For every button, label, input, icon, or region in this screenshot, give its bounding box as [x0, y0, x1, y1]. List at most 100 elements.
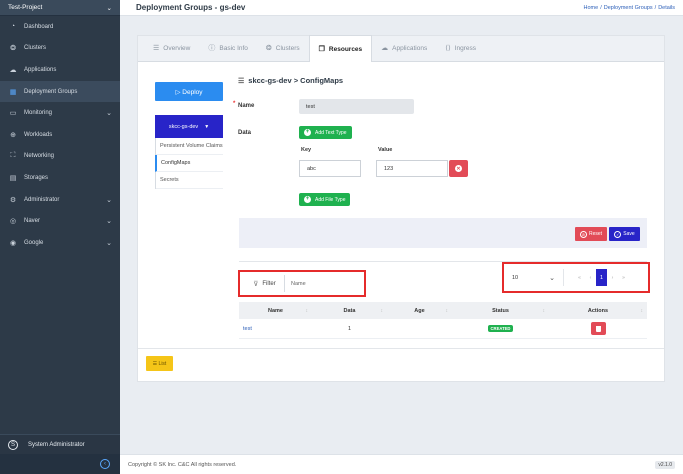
column-actions[interactable]: Actions ↕	[549, 302, 647, 319]
data-label: Data	[238, 130, 252, 136]
list-button[interactable]: ☰ List	[146, 356, 173, 371]
prev-page-button[interactable]: ‹	[585, 269, 596, 286]
configmap-form: ☰ skcc-gs-dev > ConfigMaps * Name test Da…	[233, 76, 648, 206]
project-selector[interactable]: Test-Project ⌄	[0, 0, 120, 16]
deploy-button[interactable]: ▷ Deploy	[155, 82, 223, 101]
sidebar-item-workloads[interactable]: ⊕ Workloads	[0, 124, 120, 146]
reset-button[interactable]: ⊘ Reset	[575, 227, 607, 241]
storage-icon: ▤	[9, 174, 17, 182]
page-button-1[interactable]: 1	[596, 269, 607, 286]
sidebar-item-label: Applications	[24, 66, 57, 73]
sidebar-item-label: Deployment Groups	[24, 88, 78, 95]
sidebar-item-storages[interactable]: ▤ Storages	[0, 167, 120, 189]
sidebar-item-administrator[interactable]: ⚙ Administrator ⌄	[0, 189, 120, 211]
table-row: test 1 CREATED	[239, 319, 647, 339]
user-avatar-icon: S	[8, 439, 18, 450]
tab-label: Resources	[328, 45, 363, 53]
filter-button[interactable]: ⊽ Filter	[245, 275, 285, 292]
project-name: Test-Project	[8, 4, 43, 11]
code-icon: ⟨⟩	[445, 45, 451, 52]
tab-basic-info[interactable]: ⓘ Basic Info	[199, 35, 257, 61]
table-header: Name ↕ Data ↕ Age ↕ Status ↕ Actions ↕	[239, 302, 647, 319]
add-text-type-button[interactable]: + Add Text Type	[299, 126, 352, 139]
sidebar-item-deployment-groups[interactable]: ▦ Deployment Groups	[0, 80, 120, 103]
column-name[interactable]: Name ↕	[239, 302, 312, 319]
breadcrumb-details: Details	[658, 4, 675, 11]
tab-label: Overview	[163, 44, 191, 52]
chevron-down-icon: ⌄	[106, 218, 112, 226]
tab-applications[interactable]: ☁ Applications	[372, 35, 436, 61]
sort-icon: ↕	[445, 307, 449, 314]
sidebar-item-applications[interactable]: ☁ Applications	[0, 59, 120, 81]
chevron-down-icon: ⌄	[106, 196, 112, 204]
filter-bar: ⊽ Filter Name	[238, 270, 366, 297]
sidebar-item-networking[interactable]: ⛶ Networking	[0, 146, 120, 168]
save-button[interactable]: ✓ Save	[609, 227, 640, 241]
sidebar-item-dashboard[interactable]: ◔ Dashboard	[0, 16, 120, 38]
tab-resources[interactable]: ❐ Resources	[308, 35, 373, 62]
next-page-button[interactable]: ›	[607, 269, 618, 286]
row-status: CREATED	[452, 319, 549, 339]
value-input[interactable]: 123	[376, 160, 448, 177]
user-profile[interactable]: S System Administrator	[0, 434, 120, 454]
breadcrumb-home[interactable]: Home	[584, 5, 599, 11]
reset-icon: ⊘	[579, 230, 587, 238]
column-data[interactable]: Data ↕	[312, 302, 387, 319]
resource-item-secrets[interactable]: Secrets	[156, 172, 223, 189]
per-page-select[interactable]: 10 ⌄	[512, 269, 557, 286]
chevron-down-icon: ⌄	[106, 4, 112, 12]
page-title: Deployment Groups - gs-dev	[136, 3, 246, 12]
pager-divider	[563, 269, 564, 286]
tab-clusters[interactable]: ❂ Clusters	[257, 35, 309, 61]
chevron-down-icon: ⌄	[106, 239, 112, 247]
filter-input[interactable]: Name	[291, 281, 306, 287]
dashboard-icon: ◔	[10, 23, 16, 31]
column-status[interactable]: Status ↕	[452, 302, 549, 319]
sidebar-item-label: Dashboard	[24, 23, 54, 30]
topbar: Deployment Groups - gs-dev Home / Deployme…	[120, 0, 683, 16]
add-file-type-button[interactable]: + Add File Type	[299, 193, 351, 206]
breadcrumb-deployment-groups[interactable]: Deployment Groups	[604, 5, 653, 11]
gear-icon: ⚙	[9, 196, 17, 204]
check-icon: ✓	[614, 230, 622, 238]
copyright-text: Copyright © SK Inc. C&C All rights reser…	[128, 461, 237, 468]
status-badge: CREATED	[487, 325, 514, 332]
sidebar-item-label: Workloads	[24, 131, 53, 138]
version-badge: v2.1.0	[655, 460, 675, 469]
collapse-sidebar-icon[interactable]: ‹	[100, 459, 110, 469]
value-label: Value	[378, 147, 393, 153]
sidebar-item-label: Google	[24, 239, 44, 246]
row-age	[387, 319, 452, 339]
namespace-dropdown[interactable]: skcc-gs-dev ▼	[155, 115, 223, 138]
sidebar-item-label: Networking	[24, 153, 55, 160]
sort-icon: ↕	[542, 307, 546, 314]
breadcrumb-separator: /	[600, 4, 602, 11]
resource-item-configmaps[interactable]: ConfigMaps	[155, 155, 223, 172]
tab-label: Applications	[392, 44, 428, 52]
page-footer: Copyright © SK Inc. C&C All rights reser…	[120, 454, 683, 474]
last-page-button[interactable]: »	[618, 269, 629, 286]
trash-icon	[595, 325, 601, 332]
form-action-bar: ⊘ Reset ✓ Save	[239, 218, 647, 248]
sidebar-item-google[interactable]: ◉ Google ⌄	[0, 232, 120, 254]
sidebar-item-monitoring[interactable]: ▭ Monitoring ⌄	[0, 102, 120, 124]
sidebar-item-clusters[interactable]: ❂ Clusters	[0, 38, 120, 60]
name-input[interactable]: test	[299, 99, 414, 114]
resource-item-pvc[interactable]: Persistent Volume Claims	[156, 138, 223, 155]
first-page-button[interactable]: «	[574, 269, 585, 286]
tab-ingress[interactable]: ⟨⟩ Ingress	[436, 35, 485, 61]
delete-button[interactable]	[590, 322, 606, 335]
sort-icon: ↕	[380, 307, 384, 314]
breadcrumb-separator: /	[654, 4, 657, 11]
delete-row-button[interactable]: ✕	[449, 160, 468, 177]
tab-overview[interactable]: ☰ Overview	[144, 35, 199, 61]
chevron-down-icon: ⌄	[549, 274, 555, 282]
column-age[interactable]: Age ↕	[387, 302, 452, 319]
resource-list: Persistent Volume Claims ConfigMaps Secr…	[155, 138, 223, 189]
details-card: ☰ Overview ⓘ Basic Info ❂ Clusters ❐ Resourc…	[137, 35, 665, 382]
sidebar-item-naver[interactable]: ◎ Naver ⌄	[0, 210, 120, 232]
sidebar-item-label: Administrator	[24, 196, 60, 203]
sidebar-item-label: Storages	[24, 174, 49, 181]
key-input[interactable]: abc	[299, 160, 361, 177]
row-name-link[interactable]: test	[239, 319, 312, 339]
